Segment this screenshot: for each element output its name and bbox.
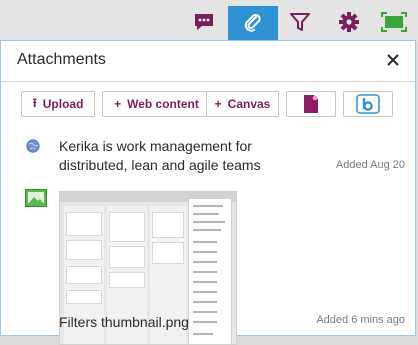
attachment-title-line1: Kerika is work management for: [59, 138, 252, 154]
chat-icon: [195, 14, 213, 30]
panel-title: Attachments: [17, 51, 106, 68]
upload-icon: ⭱: [32, 95, 37, 110]
filter-button[interactable]: [280, 4, 320, 40]
upload-label: Upload: [42, 97, 84, 111]
canvas-button[interactable]: + Canvas: [206, 91, 279, 117]
expand-icon: [381, 12, 407, 32]
plus-icon: +: [214, 97, 222, 111]
plus-icon: +: [114, 97, 122, 111]
expand-button[interactable]: [374, 4, 414, 40]
google-doc-button[interactable]: [286, 91, 336, 117]
attachments-button[interactable]: [228, 6, 278, 40]
close-icon: [387, 54, 399, 66]
attachment-title: Filters thumbnail.png: [59, 314, 189, 330]
attachment-date: Added 6 mins ago: [316, 314, 405, 326]
close-button[interactable]: [383, 50, 403, 70]
web-content-label: Web content: [127, 97, 199, 111]
attachments-panel: Attachments ⭱ Upload + Web content + Can…: [0, 40, 416, 345]
paperclip-icon: [244, 13, 261, 32]
image-icon: [25, 189, 47, 207]
filter-icon: [290, 13, 310, 31]
upload-button[interactable]: ⭱ Upload: [21, 91, 95, 117]
gear-icon: [339, 12, 359, 32]
box-button[interactable]: [343, 91, 393, 117]
box-icon: [356, 94, 380, 114]
document-icon: [304, 95, 318, 113]
panel-header: Attachments: [1, 41, 415, 82]
attachment-title-line2: distributed, lean and agile teams: [59, 157, 261, 173]
globe-icon: [26, 139, 40, 153]
chat-button[interactable]: [184, 4, 224, 40]
canvas-label: Canvas: [227, 97, 271, 111]
top-toolbar: [0, 0, 418, 42]
settings-button[interactable]: [329, 4, 369, 40]
attachment-date: Added Aug 20: [335, 159, 405, 171]
web-content-button[interactable]: + Web content: [102, 91, 211, 117]
